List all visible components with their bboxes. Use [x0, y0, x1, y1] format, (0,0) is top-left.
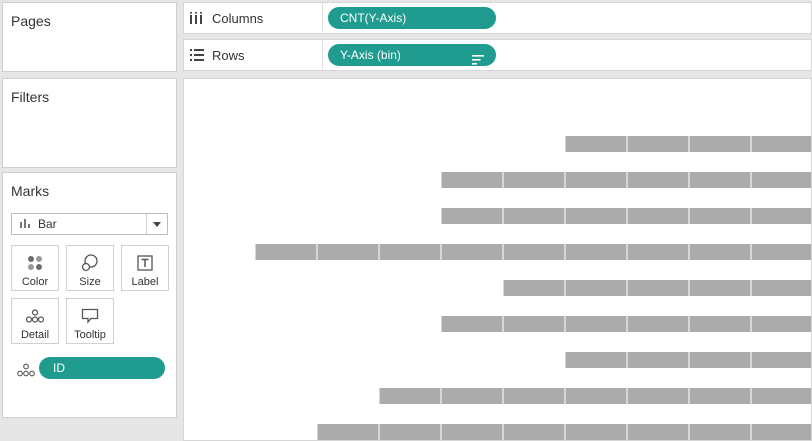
detail-icon	[17, 363, 35, 382]
bar-segment[interactable]	[689, 244, 751, 260]
id-field-pill[interactable]: ID	[39, 357, 165, 379]
bar-segment[interactable]	[565, 136, 627, 152]
color-icon	[27, 252, 43, 274]
bar-segment[interactable]	[503, 280, 565, 296]
bar-segment[interactable]	[689, 388, 751, 404]
bar-segment[interactable]	[689, 352, 751, 368]
bar-segment[interactable]	[689, 172, 751, 188]
columns-shelf-label: Columns	[190, 3, 322, 33]
bar-segment[interactable]	[565, 280, 627, 296]
columns-label: Columns	[212, 10, 264, 26]
pages-title: Pages	[11, 13, 51, 29]
rows-shelf[interactable]: Rows Y-Axis (bin)	[183, 39, 812, 71]
size-icon	[81, 252, 99, 274]
bar-segment[interactable]	[627, 244, 689, 260]
rows-icon	[190, 49, 204, 61]
bar-segment[interactable]	[751, 172, 812, 188]
columns-shelf[interactable]: Columns CNT(Y-Axis)	[183, 2, 812, 34]
bar-segment[interactable]	[751, 424, 812, 440]
label-label: Label	[131, 276, 159, 288]
bar-segment[interactable]	[627, 208, 689, 224]
bar-segment[interactable]	[503, 208, 565, 224]
bar-segment[interactable]	[627, 316, 689, 332]
bar-chart-icon	[20, 217, 32, 231]
bar-segment[interactable]	[689, 136, 751, 152]
tooltip-label: Tooltip	[74, 329, 106, 341]
bar-segment[interactable]	[751, 316, 812, 332]
bar-segment[interactable]	[627, 136, 689, 152]
bar-segment[interactable]	[503, 316, 565, 332]
bar-segment[interactable]	[751, 136, 812, 152]
color-label: Color	[21, 276, 49, 288]
marks-card: Marks Bar Color Size Label Detail Toolti…	[2, 172, 177, 418]
detail-button[interactable]: Detail	[11, 298, 59, 344]
tooltip-icon	[81, 305, 99, 327]
bar-segment[interactable]	[565, 208, 627, 224]
bar-segment[interactable]	[627, 280, 689, 296]
bar-segment[interactable]	[317, 424, 379, 440]
tooltip-button[interactable]: Tooltip	[66, 298, 114, 344]
bar-segment[interactable]	[751, 244, 812, 260]
filters-card[interactable]: Filters	[2, 78, 177, 168]
bar-segment[interactable]	[565, 424, 627, 440]
marks-title: Marks	[11, 183, 50, 199]
rows-pill-label: Y-Axis (bin)	[340, 48, 401, 62]
bar-segment[interactable]	[503, 424, 565, 440]
bar-segment[interactable]	[255, 244, 317, 260]
bar-segment[interactable]	[503, 172, 565, 188]
bar-segment[interactable]	[441, 316, 503, 332]
text-label-icon	[137, 252, 153, 274]
rows-shelf-label: Rows	[190, 40, 322, 70]
bar-segment[interactable]	[317, 244, 379, 260]
bar-segment[interactable]	[627, 424, 689, 440]
label-button[interactable]: Label	[121, 245, 169, 291]
mark-type-dropdown[interactable]: Bar	[11, 213, 168, 235]
bar-segment[interactable]	[689, 208, 751, 224]
bar-segment[interactable]	[441, 388, 503, 404]
rows-pill[interactable]: Y-Axis (bin)	[328, 44, 496, 66]
size-button[interactable]: Size	[66, 245, 114, 291]
columns-icon	[190, 12, 202, 24]
bar-segment[interactable]	[441, 172, 503, 188]
bar-segment[interactable]	[751, 280, 812, 296]
shelf-divider	[322, 3, 323, 33]
rows-label: Rows	[212, 47, 245, 63]
bar-segment[interactable]	[565, 388, 627, 404]
size-label: Size	[79, 276, 101, 288]
bar-segment[interactable]	[565, 244, 627, 260]
bar-segment[interactable]	[565, 316, 627, 332]
detail-icon	[26, 305, 44, 327]
bar-segment[interactable]	[379, 244, 441, 260]
bar-segment[interactable]	[441, 208, 503, 224]
bar-segment[interactable]	[689, 280, 751, 296]
chevron-down-icon[interactable]	[146, 214, 167, 234]
bar-segment[interactable]	[565, 352, 627, 368]
bar-segment[interactable]	[441, 244, 503, 260]
bar-segment[interactable]	[379, 424, 441, 440]
bar-segment[interactable]	[565, 172, 627, 188]
color-button[interactable]: Color	[11, 245, 59, 291]
bar-segment[interactable]	[627, 352, 689, 368]
bar-segment[interactable]	[751, 352, 812, 368]
columns-pill[interactable]: CNT(Y-Axis)	[328, 7, 496, 29]
bar-segment[interactable]	[689, 316, 751, 332]
shelf-divider	[322, 40, 323, 70]
bar-segment[interactable]	[441, 424, 503, 440]
bar-segment[interactable]	[627, 388, 689, 404]
bar-segment[interactable]	[503, 244, 565, 260]
bar-chart	[255, 136, 812, 440]
bar-segment[interactable]	[751, 388, 812, 404]
pages-card: Pages	[2, 2, 177, 72]
bar-segment[interactable]	[379, 388, 441, 404]
mark-type-label: Bar	[38, 217, 57, 231]
bar-segment[interactable]	[689, 424, 751, 440]
sort-icon[interactable]	[472, 50, 484, 72]
detail-label: Detail	[20, 329, 50, 341]
bar-segment[interactable]	[503, 388, 565, 404]
filters-title: Filters	[11, 89, 50, 105]
bar-segment[interactable]	[627, 172, 689, 188]
chart-view[interactable]	[183, 78, 812, 441]
bar-segment[interactable]	[751, 208, 812, 224]
